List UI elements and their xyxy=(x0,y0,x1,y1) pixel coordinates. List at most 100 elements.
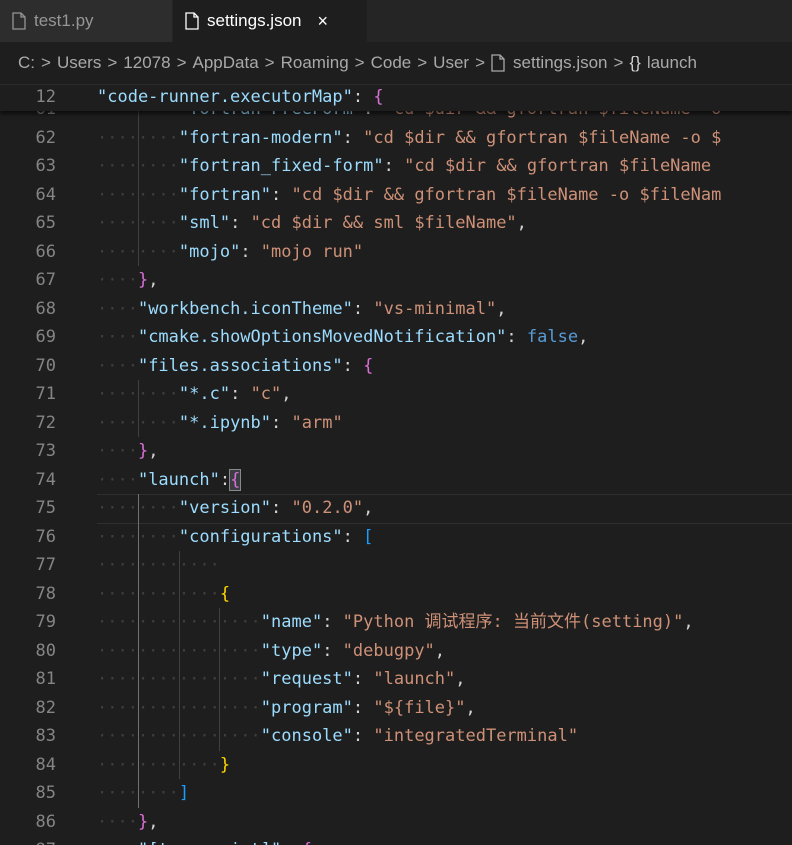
line-number: 69 xyxy=(35,327,56,347)
code-line[interactable]: 78 ············{ xyxy=(0,580,792,609)
code-line[interactable]: 80 ················"type": "debugpy", xyxy=(0,637,792,666)
code-line[interactable]: 64 ········"fortran": "cd $dir && gfortra… xyxy=(0,181,792,210)
code-line[interactable]: 70 ····"files.associations": { xyxy=(0,352,792,381)
code-line[interactable]: 77 ············ xyxy=(0,551,792,580)
code-line[interactable]: 73 ····}, xyxy=(0,437,792,466)
token-str: "cd $dir && gfortran $fileName xyxy=(404,156,712,176)
breadcrumb-item[interactable]: User xyxy=(433,53,469,73)
sticky-scroll-header[interactable]: 12 "code-runner.executorMap": { xyxy=(0,85,792,111)
token-punc: : xyxy=(240,241,261,262)
breadcrumb-item-symbol[interactable]: {} launch xyxy=(629,53,696,73)
line-number: 82 xyxy=(35,697,56,718)
code-line[interactable]: 76 ········"configurations": [ xyxy=(0,523,792,552)
code-text: ············} xyxy=(97,751,230,780)
code-text: ····}, xyxy=(97,808,158,837)
code-line[interactable]: 62 ········"fortran-modern": "cd $dir && … xyxy=(0,124,792,153)
breadcrumb-item[interactable]: AppData xyxy=(193,53,259,73)
token-key: "mojo" xyxy=(178,241,241,262)
token-punc: : xyxy=(322,612,343,632)
breadcrumb-item[interactable]: Users xyxy=(57,53,101,73)
line-number: 63 xyxy=(35,156,56,176)
file-icon xyxy=(185,12,199,30)
token-punc: , xyxy=(148,441,159,461)
indent-guide xyxy=(219,608,221,751)
token-b2: } xyxy=(137,811,149,832)
breadcrumb: C: > Users > 12078 > AppData > Roaming >… xyxy=(0,42,792,84)
breadcrumb-item-file[interactable]: settings.json xyxy=(491,53,608,73)
tab-settings-json[interactable]: settings.json × xyxy=(173,0,368,42)
close-icon[interactable]: × xyxy=(318,11,329,32)
code-line[interactable]: 83 ················"console": "integrated… xyxy=(0,722,792,751)
chevron-right-icon: > xyxy=(41,53,51,72)
token-punc: , xyxy=(434,640,446,661)
token-b1: } xyxy=(219,754,231,775)
indent-guide xyxy=(178,551,180,779)
token-punc: : xyxy=(271,412,292,433)
code-text: ············{ xyxy=(97,580,230,609)
line-number: 71 xyxy=(35,384,56,404)
code-line[interactable]: 84 ············} xyxy=(0,751,792,780)
code-text: ················"program": "${file}", xyxy=(97,694,476,723)
breadcrumb-item[interactable]: Code xyxy=(371,53,412,73)
whitespace-dots: ···· xyxy=(97,469,138,490)
token-key: "*.ipynb" xyxy=(178,412,272,433)
breadcrumb-item[interactable]: 12078 xyxy=(123,53,170,73)
code-line[interactable]: 75 ········"version": "0.2.0", xyxy=(0,494,792,524)
brace: { xyxy=(373,87,384,107)
chevron-right-icon: > xyxy=(417,53,428,72)
code-line[interactable]: 72 ········"*.ipynb": "arm" xyxy=(0,409,792,438)
breadcrumb-item[interactable]: C: xyxy=(18,53,35,73)
whitespace-dots: ···· xyxy=(97,270,138,290)
tab-bar: test1.py settings.json × xyxy=(0,0,792,42)
line-number: 67 xyxy=(35,270,56,290)
whitespace-dots: ···· xyxy=(97,840,138,845)
code-line[interactable]: 71 ········"*.c": "c", xyxy=(0,380,792,409)
token-str: "${file}" xyxy=(373,697,466,718)
tab-test1-py[interactable]: test1.py xyxy=(0,0,173,42)
code-line[interactable]: 63 ········"fortran_fixed-form": "cd $dir… xyxy=(0,152,792,181)
code-line[interactable]: 69 ····"cmake.showOptionsMovedNotificatio… xyxy=(0,323,792,352)
breadcrumb-item[interactable]: Roaming xyxy=(281,53,349,73)
line-number: 12 xyxy=(35,87,56,107)
code-line[interactable]: 67 ····}, xyxy=(0,266,792,295)
token-b3: [ xyxy=(363,526,374,547)
token-key: "type" xyxy=(260,640,323,661)
code-text: ····}, xyxy=(97,437,158,466)
code-line[interactable]: 65 ········"sml": "cd $dir && sml $fileNa… xyxy=(0,209,792,238)
token-bool: false xyxy=(526,327,579,347)
tab-label: settings.json xyxy=(207,11,302,30)
whitespace-dots: ············ xyxy=(97,555,220,575)
code-line[interactable]: 82 ················"program": "${file}", xyxy=(0,694,792,723)
token-punc: : xyxy=(342,127,364,148)
code-text: ········"*.ipynb": "arm" xyxy=(97,409,343,438)
code-editor[interactable]: 12 "code-runner.executorMap": { 61······… xyxy=(0,84,792,845)
token-str: "Python 调试程序: 当前文件(setting)" xyxy=(342,612,684,632)
code-line[interactable]: 66 ········"mojo": "mojo run" xyxy=(0,238,792,267)
code-line[interactable]: 85 ········] xyxy=(0,779,792,808)
code-text: ····}, xyxy=(97,266,158,295)
token-key: "request" xyxy=(260,669,353,689)
whitespace-dots: ···· xyxy=(97,355,138,376)
line-number: 64 xyxy=(35,184,56,205)
breadcrumb-symbol-label: launch xyxy=(646,53,697,72)
code-line[interactable]: 86 ····}, xyxy=(0,808,792,837)
code-line[interactable]: 68 ····"workbench.iconTheme": "vs-minimal… xyxy=(0,295,792,324)
code-line[interactable]: 74 ····"launch":{ xyxy=(0,466,792,495)
token-punc: , xyxy=(455,669,466,689)
token-punc: : xyxy=(352,697,374,718)
braces-icon: {} xyxy=(629,53,641,72)
chevron-right-icon: > xyxy=(613,53,624,72)
code-text: ····"launch":{ xyxy=(97,466,242,495)
token-key: "version" xyxy=(178,498,272,518)
code-line[interactable]: 79 ················"name": "Python 调试程序: … xyxy=(0,608,792,637)
token-punc: , xyxy=(496,298,507,319)
token-punc: : xyxy=(219,469,231,490)
code-text: ····"workbench.iconTheme": "vs-minimal", xyxy=(97,295,506,324)
code-line[interactable]: 81 ················"request": "launch", xyxy=(0,665,792,694)
chevron-right-icon: > xyxy=(264,53,275,72)
code-text: ········"fortran-modern": "cd $dir && gf… xyxy=(97,124,721,153)
token-punc: , xyxy=(683,612,694,632)
token-punc: : xyxy=(281,840,301,845)
token-b3: ] xyxy=(178,783,190,803)
whitespace-dots: ···· xyxy=(97,327,138,347)
